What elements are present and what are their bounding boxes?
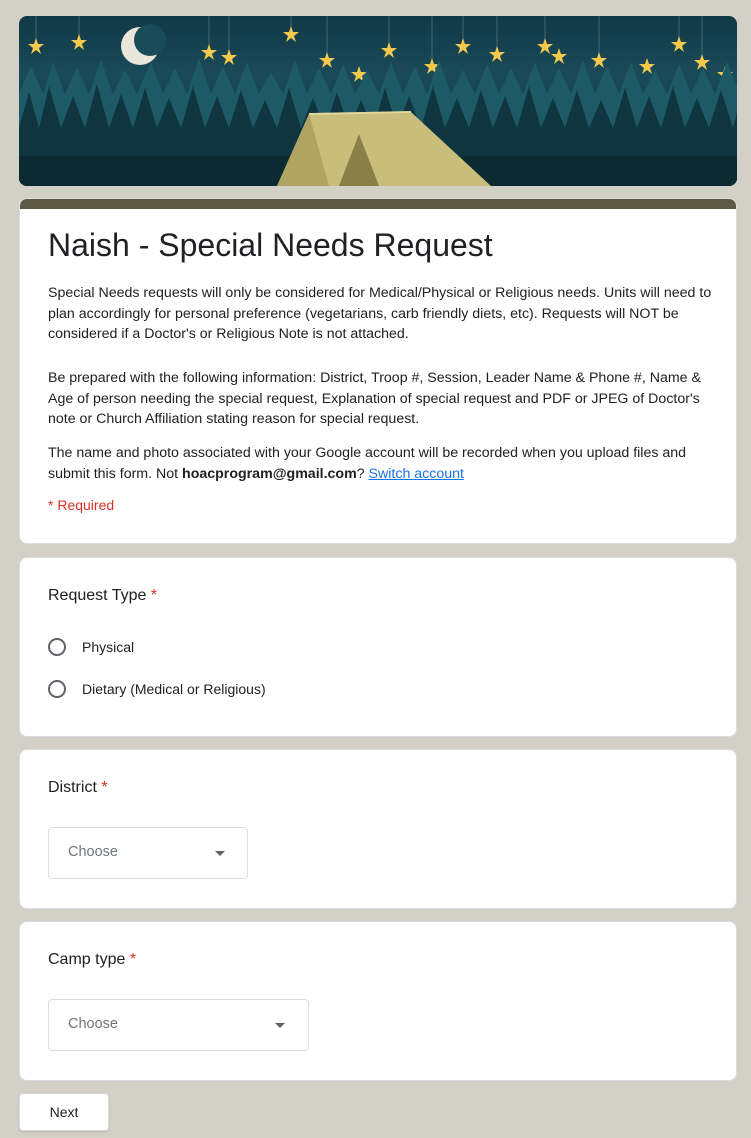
required-asterisk: * — [150, 587, 158, 604]
arrow-drop-down-icon — [275, 1023, 285, 1028]
theme-accent-bar — [20, 199, 736, 209]
form-title: Naish - Special Needs Request — [48, 227, 493, 263]
radio-label: Physical — [82, 639, 135, 655]
question-title-text: Request Type — [48, 587, 147, 604]
radio-label: Dietary (Medical or Religious) — [82, 681, 266, 697]
form-header-card: Naish - Special Needs Request Special Ne… — [19, 198, 737, 544]
dropdown-placeholder: Choose — [68, 1016, 118, 1032]
question-title-text: Camp type — [48, 951, 126, 968]
radio-button[interactable] — [48, 638, 66, 656]
camp-type-dropdown[interactable]: Choose — [48, 999, 309, 1051]
form-description-2: Be prepared with the following informati… — [48, 370, 701, 427]
question-request-type: Request Type * Physical Dietary (Medical… — [19, 557, 737, 737]
question-title: District * — [48, 779, 108, 797]
account-email: hoacprogram@gmail.com — [182, 465, 357, 482]
question-title: Request Type * — [48, 587, 157, 605]
question-title: Camp type * — [48, 951, 136, 969]
account-notice: The name and photo associated with your … — [48, 443, 718, 484]
account-notice-question: ? — [356, 465, 369, 482]
question-camp-type: Camp type * Choose — [19, 921, 737, 1081]
dropdown-placeholder: Choose — [68, 844, 118, 860]
required-asterisk: * — [129, 951, 137, 968]
next-button[interactable]: Next — [19, 1093, 109, 1131]
radio-option-physical[interactable]: Physical — [48, 635, 134, 659]
required-note: * Required — [48, 497, 115, 513]
radio-button[interactable] — [48, 680, 66, 698]
radio-option-dietary[interactable]: Dietary (Medical or Religious) — [48, 677, 266, 701]
header-banner-image — [19, 16, 737, 186]
form-page: Naish - Special Needs Request Special Ne… — [0, 0, 751, 1138]
required-asterisk: * — [101, 779, 108, 796]
form-description-1: Special Needs requests will only be cons… — [48, 285, 712, 342]
question-title-text: District — [48, 779, 97, 796]
camping-illustration — [19, 16, 737, 186]
district-dropdown[interactable]: Choose — [48, 827, 248, 879]
question-district: District * Choose — [19, 749, 737, 909]
arrow-drop-down-icon — [215, 851, 225, 856]
switch-account-link[interactable]: Switch account — [369, 466, 464, 482]
